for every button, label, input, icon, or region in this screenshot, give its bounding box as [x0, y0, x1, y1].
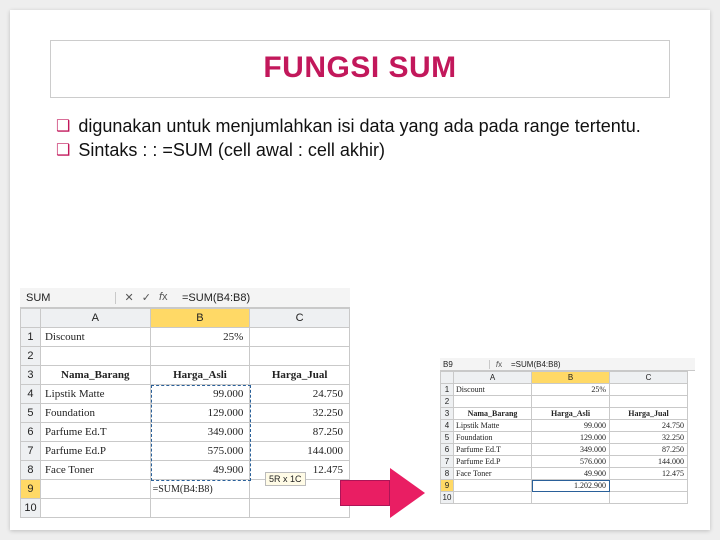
cell-A3[interactable]: Nama_Barang [40, 366, 150, 385]
cell-C3[interactable]: Harga_Jual [250, 366, 350, 385]
cancel-icon[interactable]: ✕ [125, 291, 134, 304]
grid[interactable]: A B C 1Discount25% 2 3Nama_BarangHarga_A… [440, 371, 688, 504]
name-box[interactable]: B9 [440, 360, 490, 369]
title-box: FUNGSI SUM [50, 40, 670, 98]
excel-big: SUM ✕ ✓ fx =SUM(B4:B8) A B C 1 Discount … [20, 288, 350, 518]
cell-B9-result[interactable]: 1.202.900 [532, 480, 610, 492]
bullet-icon: ❑ [56, 140, 70, 162]
cell-B9[interactable]: =SUM(B4:B8) [150, 480, 250, 499]
fx-icon[interactable]: fx [159, 291, 168, 304]
slide-title: FUNGSI SUM [51, 51, 669, 85]
formula-bar: SUM ✕ ✓ fx =SUM(B4:B8) [20, 288, 350, 308]
select-all[interactable] [21, 309, 41, 328]
cell-B1[interactable]: 25% [150, 328, 250, 347]
cell-A1[interactable]: Discount [40, 328, 150, 347]
formula-bar: B9 fx =SUM(B4:B8) [440, 358, 695, 371]
col-B[interactable]: B [150, 309, 250, 328]
bullet-text: digunakan untuk menjumlahkan isi data ya… [78, 114, 640, 138]
row-2[interactable]: 2 [21, 347, 41, 366]
selection-size-hint: 5R x 1C [265, 472, 306, 486]
bullet-icon: ❑ [56, 116, 70, 138]
excel-zone: SUM ✕ ✓ fx =SUM(B4:B8) A B C 1 Discount … [20, 288, 700, 518]
bullet-text: Sintaks : : =SUM (cell awal : cell akhir… [78, 138, 385, 162]
formula-input[interactable]: =SUM(B4:B8) [508, 360, 695, 369]
col-A[interactable]: A [40, 309, 150, 328]
slide: FUNGSI SUM ❑ digunakan untuk menjumlahka… [10, 10, 710, 530]
row-3[interactable]: 3 [21, 366, 41, 385]
grid[interactable]: A B C 1 Discount 25% 2 3 Nama_Barang Har… [20, 308, 350, 518]
bullet-list: ❑ digunakan untuk menjumlahkan isi data … [56, 114, 664, 163]
cell-C1[interactable] [250, 328, 350, 347]
fx-icons: ✕ ✓ fx [116, 291, 176, 304]
bullet-1: ❑ digunakan untuk menjumlahkan isi data … [56, 114, 664, 138]
cell-B3[interactable]: Harga_Asli [150, 366, 250, 385]
arrow-icon [340, 468, 430, 518]
name-box[interactable]: SUM [20, 292, 116, 304]
col-C[interactable]: C [250, 309, 350, 328]
fx-icon[interactable]: fx [490, 360, 508, 369]
row-1[interactable]: 1 [21, 328, 41, 347]
bullet-2: ❑ Sintaks : : =SUM (cell awal : cell akh… [56, 138, 664, 162]
enter-icon[interactable]: ✓ [142, 291, 151, 304]
excel-small: B9 fx =SUM(B4:B8) A B C 1Discount25% 2 3… [440, 358, 695, 504]
formula-input[interactable]: =SUM(B4:B8) [176, 292, 350, 304]
